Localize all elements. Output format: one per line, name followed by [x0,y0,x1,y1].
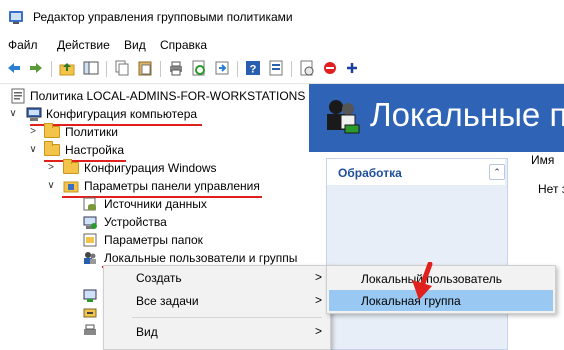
control-panel-folder-icon [63,178,79,194]
collapse-icon[interactable]: ⌃ [489,164,505,180]
window-title: Редактор управления групповыми политикам… [33,10,293,24]
stop-icon[interactable] [321,59,339,77]
column-header-name[interactable]: Имя [531,153,554,167]
gpo-editor-app-icon [8,9,24,25]
context-menu-create-label: Создать [136,271,182,285]
submenu-local-group[interactable]: Локальная группа [329,290,553,311]
tree-policies-label: Политики [65,125,118,139]
context-menu-all-tasks[interactable]: Все задачи > [104,290,330,312]
submenu-local-user[interactable]: Локальный пользователь [329,268,553,289]
properties-icon[interactable] [267,59,285,77]
annotation-arrow-icon [400,261,440,304]
create-submenu: Локальный пользователь Локальная группа [326,265,556,314]
folder-options-icon [82,232,98,248]
actions-panel-title: Обработка [338,166,402,180]
submenu-arrow-icon: > [314,324,322,338]
tree-computer-config[interactable]: ∨ Конфигурация компьютера [0,105,308,123]
tree-data-sources[interactable]: Источники данных [0,195,308,213]
context-menu-view-label: Вид [136,325,158,339]
chevron-down-icon[interactable]: ∨ [28,141,38,159]
results-banner-title: Локальные по [370,96,564,133]
data-sources-icon [82,196,98,212]
devices-icon [82,214,98,230]
forward-icon[interactable] [27,59,45,77]
chevron-down-icon[interactable]: ∨ [46,177,56,195]
users-group-icon [82,250,98,266]
menu-file[interactable]: Файл [8,38,38,52]
menu-view[interactable]: Вид [124,38,146,52]
tree-data-sources-label: Источники данных [104,197,207,211]
print-icon[interactable] [167,59,185,77]
toolbar-separator [160,61,161,77]
show-tree-icon[interactable] [82,59,100,77]
tree-computer-config-label: Конфигурация компьютера [46,107,198,121]
tree-devices-label: Устройства [104,215,167,229]
printers-icon[interactable] [82,323,98,339]
computer-icon [26,106,42,122]
copy-icon[interactable] [113,59,131,77]
context-menu: Создать > Все задачи > Вид > [103,265,331,350]
help-icon[interactable]: ? [244,59,262,77]
tree-devices[interactable]: Устройства [0,213,308,231]
tree-folder-options-label: Параметры папок [104,233,203,247]
svg-text:?: ? [250,64,257,76]
submenu-arrow-icon: > [314,270,322,284]
empty-list-text: Нет з [538,182,564,196]
export-icon[interactable] [213,59,231,77]
context-menu-create[interactable]: Создать > [104,267,330,289]
actions-panel [326,158,508,350]
chevron-right-icon[interactable]: > [28,123,38,141]
folder-icon [44,141,60,158]
toolbar-separator [291,61,292,77]
folder-icon [44,123,60,140]
tree-root-policy[interactable]: Политика LOCAL-ADMINS-FOR-WORKSTATIONS [… [0,87,308,105]
tree-folder-options[interactable]: Параметры папок [0,231,308,249]
tree-control-panel[interactable]: ∨ Параметры панели управления [0,177,308,195]
tree-settings[interactable]: ∨ Настройка [0,141,308,159]
up-folder-icon[interactable] [58,59,76,77]
toolbar-separator [51,61,52,77]
submenu-arrow-icon: > [314,293,322,307]
policy-icon [10,88,26,104]
power-options-icon[interactable] [82,305,98,321]
menu-separator [132,317,322,318]
chevron-down-icon[interactable]: ∨ [8,105,18,123]
tree-control-panel-label: Параметры панели управления [84,179,260,193]
tree-windows-config-label: Конфигурация Windows [84,161,217,175]
new-item-icon[interactable] [298,59,316,77]
context-menu-view[interactable]: Вид > [104,321,330,343]
context-menu-all-tasks-label: Все задачи [136,294,199,308]
menu-bar: Файл Действие Вид Справка [0,34,564,55]
back-icon[interactable] [5,59,23,77]
chevron-right-icon[interactable]: > [46,159,56,177]
toolbar: ? [0,55,564,84]
toolbar-separator [237,61,238,77]
users-group-large-icon [321,95,363,137]
refresh-icon[interactable] [190,59,208,77]
folder-icon [63,159,79,176]
tree-policies[interactable]: > Политики [0,123,308,141]
paste-icon[interactable] [136,59,154,77]
toolbar-separator [106,61,107,77]
add-icon[interactable] [343,59,361,77]
menu-action[interactable]: Действие [57,38,110,52]
menu-help[interactable]: Справка [160,38,207,52]
tree-windows-config[interactable]: > Конфигурация Windows [0,159,308,177]
network-options-icon[interactable] [82,287,98,303]
tree-root-label: Политика LOCAL-ADMINS-FOR-WORKSTATIONS [… [30,89,308,103]
tree-settings-label: Настройка [65,143,125,157]
